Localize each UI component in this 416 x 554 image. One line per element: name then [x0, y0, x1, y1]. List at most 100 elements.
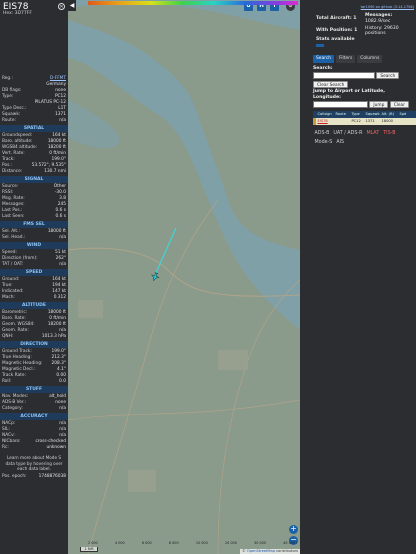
source-legend: ADS-B UAT / ADS-R MLAT TIS-B Mode-S AIS: [313, 130, 416, 146]
aircraft-basic-info: Reg.: D-FFMT Germany DB flags: none Type: PC12…: [0, 76, 68, 124]
row-callsign[interactable]: EIS78: [316, 118, 334, 125]
source-badge: TIS-B: [381, 130, 397, 137]
detail-key[interactable]: Sel. Head.:: [2, 235, 25, 241]
search-button[interactable]: Search: [376, 72, 400, 79]
section-header: ACCURACY: [0, 413, 68, 420]
detail-row: Mach: 0.312: [0, 295, 68, 301]
search-input[interactable]: [313, 72, 375, 79]
section-header: STUFF: [0, 386, 68, 393]
messages-rate: 1082.9/sec: [365, 19, 391, 24]
detail-value: unknown: [46, 445, 66, 450]
detail-row: Distance: 130.7 nmi: [0, 169, 68, 175]
detail-row: TAT / OAT: n/a: [0, 262, 68, 268]
info-key: Reg.:: [2, 76, 13, 81]
stats-link-icon[interactable]: [316, 44, 324, 47]
clear-jump-button[interactable]: Clear: [389, 101, 409, 108]
source-badge: ADS-B: [313, 130, 331, 137]
search-block: Search: Search Clear Search Jump to Airp…: [313, 66, 414, 108]
jump-input[interactable]: [313, 101, 368, 108]
altitude-legend-labels: 2 000 4 000 6 000 8 000 10 000 20 000 30 000 40…: [88, 541, 298, 546]
detail-key[interactable]: Distance:: [2, 169, 22, 175]
osm-link[interactable]: OpenStreetMap: [247, 549, 275, 553]
tab-search[interactable]: Search: [313, 55, 335, 63]
detail-row: Roll: 0.0: [0, 379, 68, 385]
detail-value: 130.7 nmi: [44, 169, 66, 174]
detail-key[interactable]: Rc:: [2, 445, 9, 451]
panel-tabs: Search Filters Columns: [313, 55, 383, 63]
aircraft-detail-sections: SPATIAL Groundspeed: 164 kt Baro. altitude:…: [0, 125, 68, 451]
detail-value: 0.312: [53, 295, 66, 300]
altitude-label: 2 000: [88, 541, 98, 545]
section-header: SPATIAL: [0, 125, 68, 132]
altitude-label: 4 000: [114, 541, 125, 545]
map-canvas: [68, 0, 300, 554]
altitude-color-bar: [88, 1, 298, 5]
source-badge: AIS: [334, 139, 346, 146]
detail-value: n/a: [59, 235, 66, 240]
detail-key[interactable]: Roll:: [2, 379, 11, 385]
jump-button[interactable]: Jump: [369, 101, 389, 108]
detail-row: Sel. Head.: n/a: [0, 235, 68, 241]
version-link[interactable]: tar1090 on github (3.14.1756): [361, 5, 414, 9]
table-header: Callsign Route Type Squawk Alt. (ft) Spd: [313, 111, 416, 118]
map-scale: 1 NM: [80, 547, 98, 552]
clear-search-button[interactable]: Clear Search: [313, 81, 349, 88]
altitude-label: 20 000: [225, 541, 237, 545]
map-view[interactable]: ◀ UHT ⚙ ▶ + − 2 0004 0006 0008 00010: [68, 0, 300, 554]
detail-key[interactable]: Last Seen:: [2, 214, 25, 220]
row-altitude: 18000: [381, 119, 393, 123]
column-header[interactable]: Alt. (ft): [380, 111, 398, 118]
column-header[interactable]: Type: [350, 111, 364, 118]
aircraft-list-panel: tar1090 on github (3.14.1756) Total Airc…: [300, 0, 416, 554]
close-icon[interactable]: ✕: [58, 3, 65, 10]
detail-value: n/a: [59, 262, 66, 267]
table-row[interactable]: EIS78 PC12 1371 18000: [313, 118, 416, 125]
info-row: Route: n/a: [0, 118, 68, 124]
altitude-label: 6 000: [141, 541, 152, 545]
row-route: [334, 118, 350, 125]
detail-value: 0.0: [59, 379, 66, 384]
altitude-label: 40 000+: [283, 541, 298, 545]
detail-row: Category: n/a: [0, 406, 68, 412]
detail-value: 1013.3 hPa: [41, 334, 66, 339]
detail-value: 0.6 s: [55, 214, 66, 219]
altitude-label: 30 000: [254, 541, 266, 545]
aircraft-table: Callsign Route Type Squawk Alt. (ft) Spd EIS7…: [313, 111, 416, 125]
row-type: PC12: [351, 119, 361, 123]
section-header: ALTITUDE: [0, 302, 68, 309]
stats-available: Stats available: [316, 37, 355, 42]
detail-key[interactable]: TAT / OAT:: [2, 262, 23, 268]
section-header: SIGNAL: [0, 176, 68, 183]
mode-s-note: Learn more about Mode S data type by hov…: [5, 455, 63, 471]
detail-value: n/a: [59, 406, 66, 411]
detail-row: QNH: 1013.3 hPa: [0, 334, 68, 340]
pos-epoch-row: Pos. epoch: 1748876038: [2, 473, 66, 479]
detail-row: Last Seen: 0.6 s: [0, 214, 68, 220]
tab-columns[interactable]: Columns: [357, 55, 383, 63]
source-badge: MLAT: [364, 130, 381, 137]
altitude-label: 10 000: [195, 541, 208, 545]
total-aircraft: Total Aircraft: 1: [316, 16, 357, 21]
zoom-in-button[interactable]: +: [289, 525, 298, 534]
info-value: n/a: [59, 118, 66, 123]
altitude-label: 8 000: [168, 541, 179, 545]
section-header: WIND: [0, 242, 68, 249]
detail-key[interactable]: Mach:: [2, 295, 15, 301]
tab-filters[interactable]: Filters: [336, 55, 356, 63]
section-header: SPEED: [0, 269, 68, 276]
column-header[interactable]: Spd: [398, 111, 408, 118]
info-key: Type:: [2, 94, 14, 99]
detail-key[interactable]: Category:: [2, 406, 23, 412]
section-header: FMS SEL: [0, 221, 68, 228]
detail-key[interactable]: QNH:: [2, 334, 13, 340]
with-position: With Position: 1: [316, 28, 358, 33]
section-header: DIRECTION: [0, 341, 68, 348]
source-badge: Mode-S: [313, 139, 334, 146]
detail-row: Rc: unknown: [0, 445, 68, 451]
column-header[interactable]: Squawk: [364, 111, 380, 118]
history-unit: positions: [365, 31, 386, 36]
aircraft-info-panel: EIS78 ✕ Hex: 3D77FF Reg.: D-FFMT Germany DB…: [0, 0, 68, 554]
row-squawk: 1371: [365, 119, 375, 123]
column-header[interactable]: Route: [334, 111, 350, 118]
column-header[interactable]: Callsign: [316, 111, 334, 118]
